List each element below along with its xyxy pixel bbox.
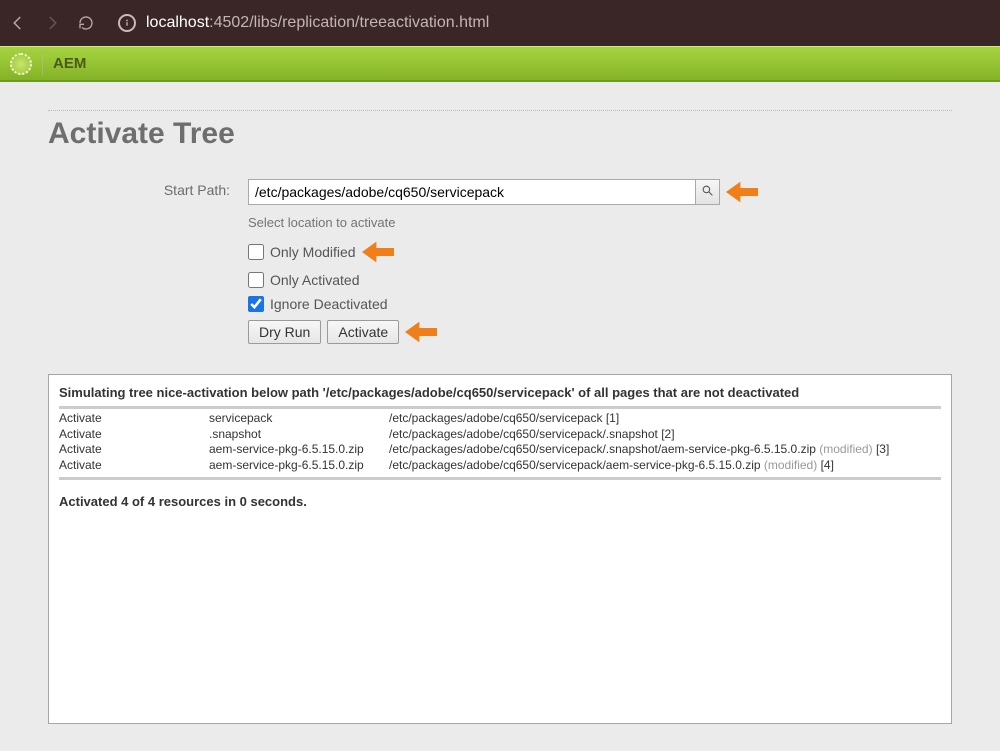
annotation-arrow-icon: [362, 240, 394, 264]
nav-reload-button[interactable]: [76, 13, 96, 33]
result-path: /etc/packages/adobe/cq650/servicepack/.s…: [389, 427, 941, 443]
modified-badge: (modified): [819, 442, 876, 456]
magnifier-icon: [701, 184, 714, 200]
result-index: [4]: [821, 458, 834, 472]
table-row: Activate.snapshot/etc/packages/adobe/cq6…: [59, 427, 941, 443]
result-name: .snapshot: [209, 427, 389, 443]
url-host: localhost: [146, 14, 209, 31]
results-heading: Simulating tree nice-activation below pa…: [59, 385, 941, 409]
only-activated-checkbox[interactable]: [248, 272, 264, 288]
start-path-input[interactable]: [248, 179, 696, 205]
result-name: aem-service-pkg-6.5.15.0.zip: [209, 442, 389, 458]
only-activated-label[interactable]: Only Activated: [270, 272, 360, 288]
result-path: /etc/packages/adobe/cq650/servicepack/.s…: [389, 442, 941, 458]
browse-path-button[interactable]: [696, 179, 720, 205]
annotation-arrow-icon: [405, 320, 437, 344]
modified-badge: (modified): [764, 458, 821, 472]
results-summary: Activated 4 of 4 resources in 0 seconds.: [59, 494, 941, 509]
result-name: servicepack: [209, 411, 389, 427]
ignore-deactivated-checkbox[interactable]: [248, 296, 264, 312]
browser-chrome: localhost:4502/libs/replication/treeacti…: [0, 0, 1000, 46]
app-header: AEM: [0, 46, 1000, 82]
table-row: Activateservicepack/etc/packages/adobe/c…: [59, 411, 941, 427]
result-path: /etc/packages/adobe/cq650/servicepack/ae…: [389, 458, 941, 474]
nav-back-button[interactable]: [8, 13, 28, 33]
url-path: /libs/replication/treeactivation.html: [249, 14, 489, 31]
result-name: aem-service-pkg-6.5.15.0.zip: [209, 458, 389, 474]
results-table: Activateservicepack/etc/packages/adobe/c…: [59, 411, 941, 473]
dry-run-button[interactable]: Dry Run: [248, 320, 321, 344]
aem-logo-icon[interactable]: [10, 53, 32, 75]
result-action: Activate: [59, 427, 209, 443]
header-divider: [42, 53, 43, 75]
activate-button[interactable]: Activate: [327, 320, 399, 344]
nav-forward-button[interactable]: [42, 13, 62, 33]
results-rule: [59, 477, 941, 480]
result-action: Activate: [59, 442, 209, 458]
result-index: [1]: [606, 411, 619, 425]
help-text: Select location to activate: [248, 215, 952, 230]
result-index: [2]: [661, 427, 674, 441]
table-row: Activateaem-service-pkg-6.5.15.0.zip/etc…: [59, 458, 941, 474]
ignore-deactivated-label[interactable]: Ignore Deactivated: [270, 296, 388, 312]
table-row: Activateaem-service-pkg-6.5.15.0.zip/etc…: [59, 442, 941, 458]
results-panel: Simulating tree nice-activation below pa…: [48, 374, 952, 724]
start-path-label: Start Path:: [48, 179, 248, 198]
url-text: localhost:4502/libs/replication/treeacti…: [146, 14, 489, 32]
url-port: :4502: [209, 14, 249, 31]
result-action: Activate: [59, 458, 209, 474]
page-title: Activate Tree: [48, 117, 952, 151]
only-modified-checkbox[interactable]: [248, 244, 264, 260]
result-index: [3]: [876, 442, 889, 456]
site-info-icon[interactable]: [118, 14, 136, 32]
app-name: AEM: [53, 55, 86, 72]
title-rule: [48, 110, 952, 111]
result-path: /etc/packages/adobe/cq650/servicepack [1…: [389, 411, 941, 427]
only-modified-label[interactable]: Only Modified: [270, 244, 356, 260]
annotation-arrow-icon: [726, 180, 758, 204]
url-bar[interactable]: localhost:4502/libs/replication/treeacti…: [118, 14, 489, 32]
result-action: Activate: [59, 411, 209, 427]
